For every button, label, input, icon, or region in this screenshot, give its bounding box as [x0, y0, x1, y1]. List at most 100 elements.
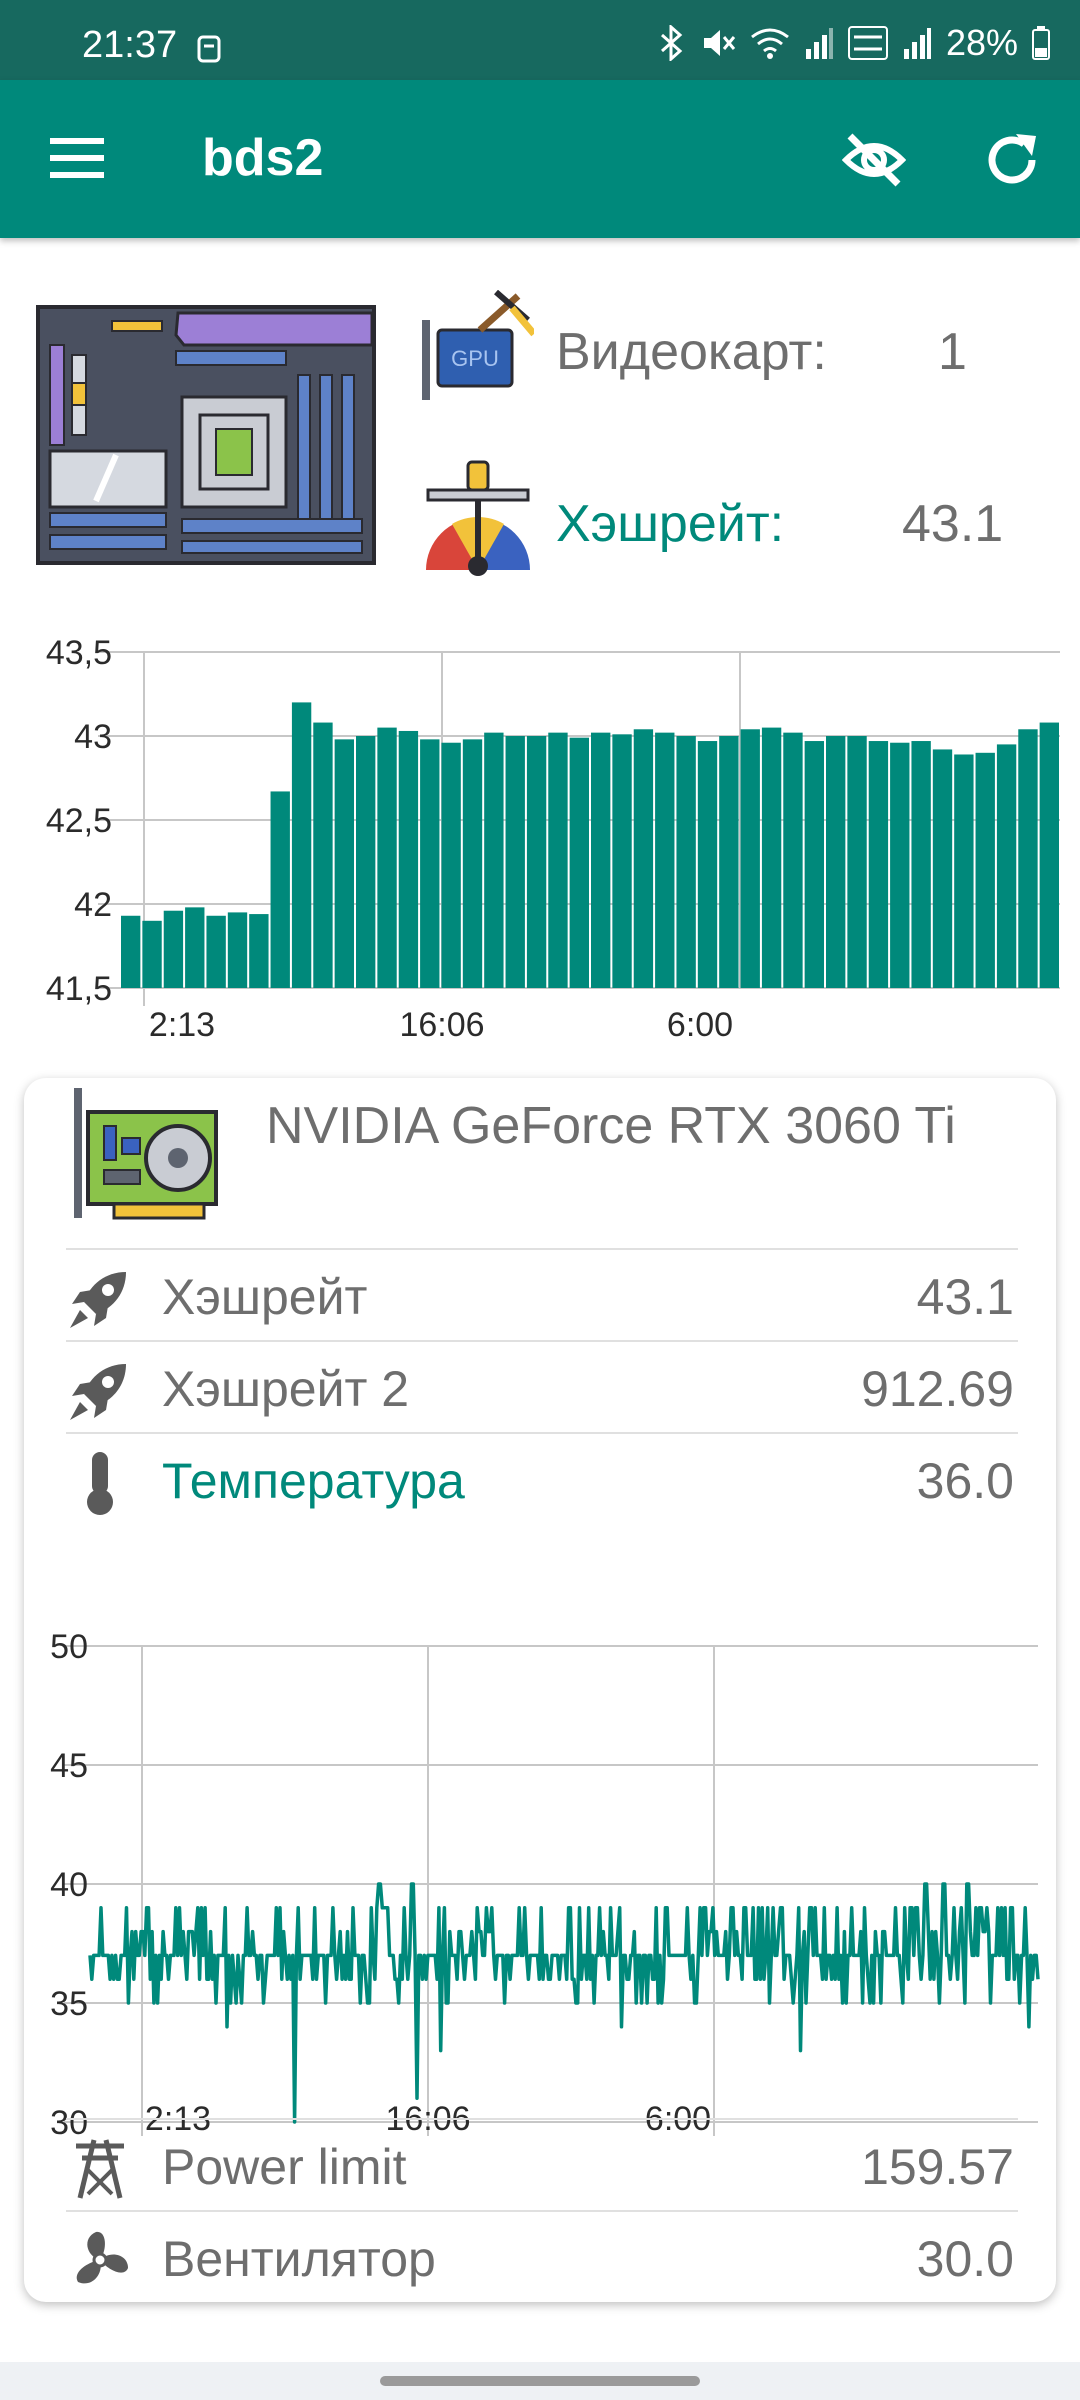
fan-value: 30.0: [916, 2231, 1014, 2287]
hashrate-bar: [462, 739, 483, 988]
status-bar: 21:37 28%: [0, 0, 1080, 80]
y-tick-label: 45: [50, 1747, 88, 1785]
gpu-count-label: Видеокарт:: [556, 323, 827, 381]
hashrate-bar: [505, 736, 525, 988]
gpu-name: NVIDIA GeForce RTX 3060 Ti: [266, 1097, 956, 1155]
gpu-card: NVIDIA GeForce RTX 3060 Ti Хэшрейт 43.1 …: [24, 1078, 1056, 2302]
app-title: bds2: [202, 129, 324, 187]
hashrate-bar: [377, 727, 397, 988]
hashrate-bar: [655, 732, 675, 988]
hashrate-bar: [890, 742, 910, 988]
wifi-icon: [751, 28, 789, 59]
menu-icon[interactable]: [48, 136, 108, 180]
power-tower-icon: [76, 2139, 124, 2199]
fan-row: Вентилятор 30.0: [66, 2210, 1018, 2304]
power-limit-value: 159.57: [861, 2139, 1014, 2195]
hashrate2-value: 912.69: [861, 1361, 1014, 1417]
graphics-card-icon: [74, 1088, 218, 1220]
bluetooth-icon: [660, 25, 683, 61]
hashrate-row: Хэшрейт 43.1: [66, 1248, 1018, 1342]
hashrate-bar: [804, 741, 824, 988]
hashrate2-row: Хэшрейт 2 912.69: [66, 1340, 1018, 1434]
rocket-icon: [70, 1272, 126, 1328]
signal-icon: [805, 28, 833, 59]
hashrate2-label: Хэшрейт 2: [162, 1361, 410, 1417]
y-tick-label: 50: [50, 1628, 88, 1666]
hashrate-bar: [932, 749, 953, 988]
hashrate-value: 43.1: [902, 495, 1004, 553]
hashrate-bar: [591, 732, 611, 988]
hashrate-bar: [719, 736, 739, 988]
hashrate-bar: [484, 732, 504, 988]
hashrate-bar: [270, 791, 290, 988]
hashrate-gauge-icon: [426, 460, 530, 576]
hashrate-bar: [569, 737, 589, 988]
hashrate-bar: [996, 744, 1017, 988]
temperature-row: Температура 36.0: [66, 1432, 1018, 1526]
temperature-label: Температура: [162, 1453, 465, 1509]
hashrate-bar: [313, 722, 333, 988]
signal-icon-2: [903, 28, 931, 59]
hashrate-bar: [697, 741, 718, 988]
y-tick-label: 43,5: [46, 634, 112, 672]
hashrate-bar: [121, 915, 141, 988]
motherboard-icon: [36, 305, 376, 565]
hashrate-value: 43.1: [916, 1269, 1014, 1325]
status-icons: 28%: [658, 22, 1050, 64]
hashrate-bar: [420, 739, 440, 988]
hashrate-bar: [291, 702, 312, 988]
app-bar: bds2: [0, 80, 1080, 238]
hashrate-bar: [954, 754, 974, 988]
volte-icon: [847, 26, 888, 60]
y-tick-label: 40: [50, 1866, 88, 1904]
hashrate-bar: [398, 730, 419, 988]
power-limit-row: Power limit 159.57: [66, 2118, 1018, 2212]
x-tick-label: 2:13: [149, 1006, 215, 1044]
power-limit-label: Power limit: [162, 2139, 407, 2195]
y-tick-label: 43: [74, 718, 112, 756]
gpu-mining-icon: GPU: [422, 290, 534, 400]
hashrate-label: Хэшрейт:: [556, 495, 785, 553]
hashrate-bar: [612, 734, 632, 988]
hashrate-bar: [975, 752, 995, 988]
y-tick-label: 42: [74, 886, 112, 924]
visibility-off-icon[interactable]: [842, 128, 906, 192]
refresh-icon[interactable]: [980, 128, 1044, 192]
svg-text:GPU: GPU: [451, 346, 499, 371]
hashrate-bar: [142, 920, 162, 988]
hashrate-bar: [868, 741, 889, 988]
y-tick-label: 41,5: [46, 970, 112, 1008]
x-tick-label: 6:00: [667, 1006, 733, 1044]
battery-icon: [1032, 26, 1050, 60]
mute-icon: [703, 30, 736, 56]
hashrate-bar: [676, 736, 696, 988]
hashrate-bar: [1018, 729, 1038, 988]
status-time: 21:37: [82, 24, 178, 66]
hashrate-bar: [911, 741, 931, 988]
hashrate-bar: [227, 912, 248, 988]
hashrate-bar: [185, 907, 205, 988]
hashrate-bar: [633, 729, 654, 988]
hashrate-bar: [1039, 722, 1059, 988]
hashrate-label: Хэшрейт: [162, 1269, 368, 1325]
hashrate-bar: [249, 914, 269, 988]
hashrate-bar: [740, 729, 760, 988]
rocket-icon: [70, 1364, 126, 1420]
y-tick-label: 42,5: [46, 802, 112, 840]
battery-level: 28%: [945, 22, 1018, 63]
hashrate-bar: [356, 736, 376, 988]
x-tick-label: 16:06: [399, 1006, 484, 1044]
y-tick-label: 35: [50, 1985, 88, 2023]
temperature-value: 36.0: [916, 1453, 1014, 1509]
thermometer-icon: [87, 1452, 113, 1515]
hashrate-bar: [526, 736, 547, 988]
fan-icon: [76, 2231, 128, 2284]
hashrate-bar: [441, 742, 461, 988]
hashrate-bar-chart: 41,5 42 42,5 43 43,5 2:13 16:06 6:00: [46, 634, 1060, 1044]
fan-label: Вентилятор: [162, 2231, 436, 2287]
temperature-line-chart: 30354045502:13 16:06 6:00: [50, 1628, 1040, 2140]
home-handle[interactable]: [380, 2376, 700, 2386]
hashrate-bar: [206, 915, 226, 988]
hashrate-bar: [334, 739, 354, 988]
sync-icon: [197, 35, 221, 63]
